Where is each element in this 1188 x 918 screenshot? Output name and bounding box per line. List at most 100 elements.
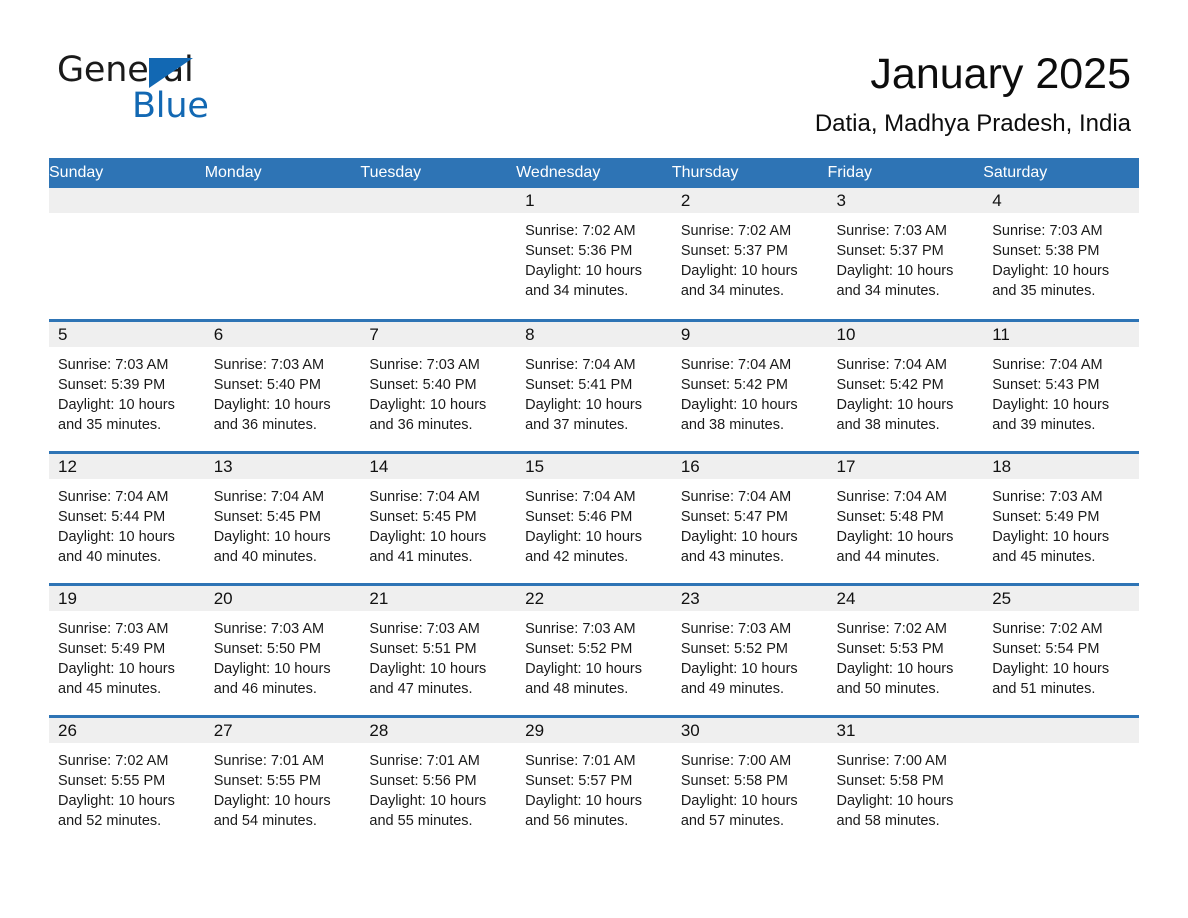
day-number-strip: 10 <box>827 321 984 347</box>
calendar-day-cell[interactable]: 30 Sunrise: 7:00 AM Sunset: 5:58 PM Dayligh… <box>671 714 828 849</box>
location-subtitle: Datia, Madhya Pradesh, India <box>814 110 1131 137</box>
sunset-text: Sunset: 5:42 PM <box>680 376 789 393</box>
sunset-text: Sunset: 5:54 PM <box>992 640 1100 657</box>
day-number-strip <box>360 188 517 213</box>
day-number-strip: 19 <box>49 585 205 611</box>
daylight-text-line2: and 45 minutes. <box>992 548 1096 565</box>
calendar-day-cell[interactable]: 13 Sunrise: 7:04 AM Sunset: 5:45 PM Dayligh… <box>204 450 361 584</box>
calendar-day-cell[interactable]: 16 Sunrise: 7:04 AM Sunset: 5:47 PM Dayligh… <box>671 450 828 584</box>
day-cell-content: 3 Sunrise: 7:03 AM Sunset: 5:37 PM Daylight… <box>827 188 984 319</box>
daylight-text-line1: Daylight: 10 hours <box>836 660 954 677</box>
calendar-table: Sunday Monday Tuesday Wednesday Thursday… <box>49 158 1139 848</box>
daylight-text-line1: Daylight: 10 hours <box>525 528 642 545</box>
day-number-strip: 7 <box>360 321 517 347</box>
day-number: 9 <box>680 324 691 344</box>
calendar-day-cell[interactable]: 15 Sunrise: 7:04 AM Sunset: 5:46 PM Dayligh… <box>516 450 672 584</box>
calendar-day-cell[interactable]: 6 Sunrise: 7:03 AM Sunset: 5:40 PM Daylight… <box>204 318 361 452</box>
day-number: 15 <box>525 456 545 476</box>
daylight-text-line1: Daylight: 10 hours <box>525 660 642 677</box>
day-details: Sunrise: 7:03 AM Sunset: 5:49 PM Daylight:… <box>49 611 205 699</box>
day-number-strip: 8 <box>516 321 672 347</box>
sunrise-text: Sunrise: 7:04 AM <box>836 356 947 373</box>
calendar-day-cell[interactable]: 23 Sunrise: 7:03 AM Sunset: 5:52 PM Dayligh… <box>671 582 828 716</box>
calendar-day-cell[interactable]: 4 Sunrise: 7:03 AM Sunset: 5:38 PM Daylight… <box>983 188 1139 320</box>
calendar-day-cell[interactable]: 8 Sunrise: 7:04 AM Sunset: 5:41 PM Daylight… <box>516 318 672 452</box>
day-number: 31 <box>836 720 856 740</box>
calendar-day-cell[interactable]: 27 Sunrise: 7:01 AM Sunset: 5:55 PM Dayligh… <box>204 714 361 849</box>
daylight-text-line1: Daylight: 10 hours <box>213 396 331 413</box>
day-details: Sunrise: 7:03 AM Sunset: 5:38 PM Daylight:… <box>983 213 1139 301</box>
day-number: 22 <box>525 588 545 608</box>
calendar-day-cell[interactable]: 2 Sunrise: 7:02 AM Sunset: 5:37 PM Daylight… <box>671 188 828 320</box>
daylight-text-line2: and 36 minutes. <box>369 416 473 433</box>
day-details: Sunrise: 7:03 AM Sunset: 5:40 PM Daylight:… <box>205 347 361 435</box>
daylight-text-line2: and 48 minutes. <box>525 680 629 697</box>
sunrise-text: Sunrise: 7:04 AM <box>213 488 325 505</box>
calendar-day-cell[interactable]: 18 Sunrise: 7:03 AM Sunset: 5:49 PM Dayligh… <box>983 450 1139 584</box>
calendar-day-cell[interactable]: 31 Sunrise: 7:00 AM Sunset: 5:58 PM Dayligh… <box>827 714 984 848</box>
day-cell-content: 7 Sunrise: 7:03 AM Sunset: 5:40 PM Daylight… <box>360 321 517 451</box>
calendar-day-cell[interactable]: 29 Sunrise: 7:01 AM Sunset: 5:57 PM Dayligh… <box>516 714 672 848</box>
day-number-strip: 23 <box>671 585 828 611</box>
sunset-text: Sunset: 5:37 PM <box>680 243 789 259</box>
day-number: 7 <box>369 324 379 344</box>
calendar-day-cell[interactable]: 26 Sunrise: 7:02 AM Sunset: 5:55 PM Dayligh… <box>49 714 205 848</box>
sunset-text: Sunset: 5:47 PM <box>680 508 789 525</box>
sunset-text: Sunset: 5:36 PM <box>525 243 633 259</box>
day-details: Sunrise: 7:03 AM Sunset: 5:40 PM Daylight:… <box>360 347 516 435</box>
daylight-text-line1: Daylight: 10 hours <box>836 396 954 413</box>
calendar-day-cell[interactable]: 14 Sunrise: 7:04 AM Sunset: 5:45 PM Dayligh… <box>360 450 517 584</box>
daylight-text-line2: and 40 minutes. <box>213 548 317 565</box>
daylight-text-line1: Daylight: 10 hours <box>992 660 1110 677</box>
day-cell-content: 1 Sunrise: 7:02 AM Sunset: 5:36 PM Daylight… <box>516 188 672 319</box>
day-number-strip: 30 <box>671 717 828 743</box>
day-number: 17 <box>836 456 856 476</box>
calendar-day-cell[interactable]: 11 Sunrise: 7:04 AM Sunset: 5:43 PM Dayligh… <box>983 318 1139 452</box>
day-cell-content: 21 Sunrise: 7:03 AM Sunset: 5:51 PM Dayligh… <box>360 585 517 715</box>
day-cell-content: 27 Sunrise: 7:01 AM Sunset: 5:55 PM Dayligh… <box>204 717 361 849</box>
day-cell-content: 9 Sunrise: 7:04 AM Sunset: 5:42 PM Daylight… <box>671 321 828 451</box>
day-cell-content: 20 Sunrise: 7:03 AM Sunset: 5:50 PM Dayligh… <box>204 585 361 715</box>
day-details: Sunrise: 7:02 AM Sunset: 5:55 PM Daylight:… <box>49 743 205 831</box>
daylight-text-line1: Daylight: 10 hours <box>836 792 954 809</box>
calendar-day-cell[interactable]: 12 Sunrise: 7:04 AM Sunset: 5:44 PM Dayligh… <box>49 450 205 584</box>
sunset-text: Sunset: 5:38 PM <box>992 243 1100 259</box>
calendar-day-cell[interactable]: 3 Sunrise: 7:03 AM Sunset: 5:37 PM Daylight… <box>827 188 984 320</box>
calendar-day-cell[interactable]: 9 Sunrise: 7:04 AM Sunset: 5:42 PM Daylight… <box>671 318 828 452</box>
day-details: Sunrise: 7:01 AM Sunset: 5:56 PM Daylight:… <box>360 743 516 831</box>
calendar-header-row: Sunday Monday Tuesday Wednesday Thursday… <box>49 158 1139 188</box>
sunset-text: Sunset: 5:43 PM <box>992 376 1100 393</box>
day-details <box>49 213 205 221</box>
calendar-week-row: 26 Sunrise: 7:02 AM Sunset: 5:55 PM Dayligh… <box>49 714 1139 849</box>
daylight-text-line2: and 56 minutes. <box>525 812 629 829</box>
day-number-strip: 9 <box>671 321 828 347</box>
daylight-text-line1: Daylight: 10 hours <box>680 528 798 545</box>
calendar-day-cell[interactable]: 5 Sunrise: 7:03 AM Sunset: 5:39 PM Daylight… <box>49 318 205 452</box>
calendar-day-cell[interactable]: 22 Sunrise: 7:03 AM Sunset: 5:52 PM Dayligh… <box>516 582 672 716</box>
day-cell-content: 30 Sunrise: 7:00 AM Sunset: 5:58 PM Dayligh… <box>671 717 828 849</box>
sunset-text: Sunset: 5:45 PM <box>369 508 477 525</box>
calendar-day-cell[interactable]: 25 Sunrise: 7:02 AM Sunset: 5:54 PM Dayligh… <box>983 582 1139 716</box>
weekday-header-tuesday: Tuesday <box>360 158 517 188</box>
day-cell-content <box>204 188 361 319</box>
daylight-text-line2: and 36 minutes. <box>213 416 317 433</box>
day-number-strip <box>49 188 205 213</box>
calendar-day-cell[interactable]: 24 Sunrise: 7:02 AM Sunset: 5:53 PM Dayligh… <box>827 582 984 716</box>
daylight-text-line2: and 38 minutes. <box>680 416 784 433</box>
calendar-day-cell[interactable]: 1 Sunrise: 7:02 AM Sunset: 5:36 PM Daylight… <box>516 188 672 320</box>
calendar-day-cell[interactable]: 19 Sunrise: 7:03 AM Sunset: 5:49 PM Dayligh… <box>49 582 205 716</box>
day-number-strip: 27 <box>204 717 361 743</box>
calendar-day-cell[interactable]: 10 Sunrise: 7:04 AM Sunset: 5:42 PM Dayligh… <box>827 318 984 452</box>
calendar-day-cell[interactable]: 7 Sunrise: 7:03 AM Sunset: 5:40 PM Daylight… <box>360 318 517 452</box>
day-number-strip: 3 <box>827 188 984 213</box>
daylight-text-line1: Daylight: 10 hours <box>525 396 642 413</box>
calendar-day-cell[interactable]: 21 Sunrise: 7:03 AM Sunset: 5:51 PM Dayligh… <box>360 582 517 716</box>
day-number: 10 <box>836 324 856 344</box>
weekday-header-sunday: Sunday <box>49 158 205 188</box>
day-number: 26 <box>58 720 77 740</box>
calendar-day-cell[interactable]: 17 Sunrise: 7:04 AM Sunset: 5:48 PM Dayligh… <box>827 450 984 584</box>
calendar-day-cell[interactable]: 28 Sunrise: 7:01 AM Sunset: 5:56 PM Dayligh… <box>360 714 517 848</box>
general-blue-logo[interactable]: General Blue <box>57 50 317 128</box>
day-details <box>360 213 516 221</box>
calendar-day-cell[interactable]: 20 Sunrise: 7:03 AM Sunset: 5:50 PM Dayligh… <box>204 582 361 716</box>
